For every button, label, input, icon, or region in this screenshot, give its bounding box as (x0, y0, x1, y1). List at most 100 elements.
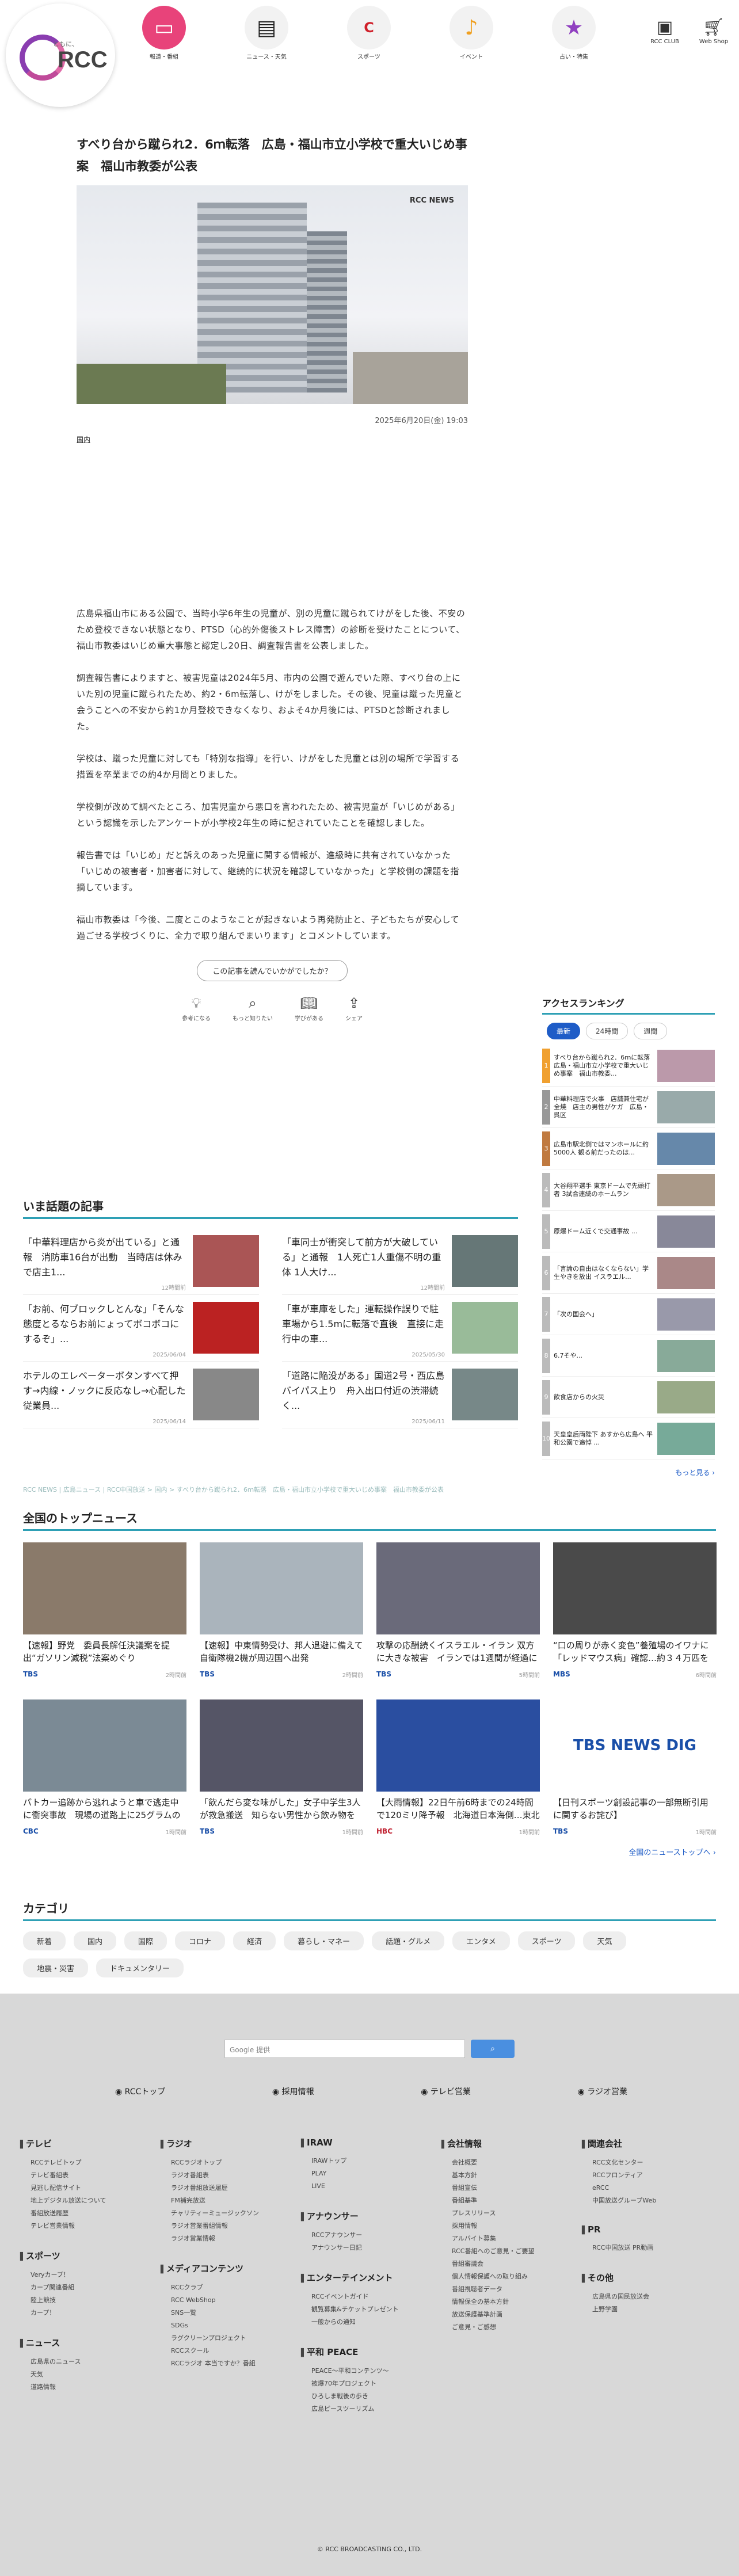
footer-link[interactable]: 観覧募集&チケットプレゼント (301, 2303, 436, 2316)
category-pill[interactable]: 暮らし・マネー (284, 1931, 364, 1950)
footer-nav-item[interactable]: ◉ 採用情報 (272, 2086, 314, 2097)
footer-nav-item[interactable]: ◉ RCCトップ (115, 2086, 165, 2097)
footer-link[interactable]: 見逃し配信サイト (20, 2182, 155, 2194)
footer-link[interactable]: 基本方針 (441, 2169, 576, 2182)
category-pill[interactable]: 話題・グルメ (372, 1931, 445, 1950)
news-card[interactable]: 【大雨情報】22日午前6時までの24時間で120ミリ降予報 北海道日本海側…東北… (376, 1699, 540, 1836)
footer-link[interactable]: 採用情報 (441, 2220, 576, 2232)
ranking-item[interactable]: 6 「言論の自由はなくならない」学生やきを放出 イスラエル... (542, 1252, 715, 1294)
footer-link[interactable]: 上野学園 (582, 2303, 717, 2316)
footer-link[interactable]: ラジオ番組表 (161, 2169, 295, 2182)
footer-link[interactable]: RCCフロンティア (582, 2169, 717, 2182)
nav-news[interactable]: ▤ ニュース・天気 (229, 6, 304, 60)
footer-link[interactable]: 道路情報 (20, 2381, 155, 2394)
ranking-item[interactable]: 3 広島市駅北側ではマンホールに約5000人 観る前だったのは... (542, 1128, 715, 1169)
trending-item[interactable]: 「お前、何ブロックしとんな」「そんな態度とるならお前にょってボコボコにするぞ」.… (23, 1295, 259, 1362)
footer-link[interactable]: RCCイベントガイド (301, 2291, 436, 2303)
category-pill[interactable]: 国際 (124, 1931, 167, 1950)
news-card[interactable]: 攻撃の応酬続くイスラエル・イラン 双方に大きな被害 イランでは1週間が経過に イ… (376, 1542, 540, 1679)
trending-item[interactable]: 「道路に陥没がある」国道2号・西広島バイパス上り 舟入出口付近の渋滞続く... 2… (282, 1362, 518, 1428)
footer-link[interactable]: 番組宣伝 (441, 2182, 576, 2194)
footer-link[interactable]: RCC文化センター (582, 2156, 717, 2169)
top-news-more-link[interactable]: 全国のニューストップへ › (23, 1846, 716, 1857)
ranking-item[interactable]: 9 飲食店からの火災 (542, 1377, 715, 1418)
ranking-item[interactable]: 7 「次の国会へ」 (542, 1294, 715, 1335)
footer-link[interactable]: RCCスクール (161, 2345, 295, 2357)
google-search-input[interactable]: Google 提供 (224, 2040, 465, 2058)
footer-link[interactable]: 放送保護基準計画 (441, 2308, 576, 2321)
footer-link[interactable]: 情報保全の基本方針 (441, 2296, 576, 2308)
footer-link[interactable]: ご意見・ご感想 (441, 2321, 576, 2334)
footer-link[interactable]: IRAWトップ (301, 2155, 436, 2167)
ranking-item[interactable]: 5 原爆ドーム近くで交通事故 ... (542, 1211, 715, 1252)
category-pill[interactable]: エンタメ (452, 1931, 510, 1950)
footer-link[interactable]: 広島県の国民放送会 (582, 2291, 717, 2303)
trending-item[interactable]: 「車が車庫をした」運転操作誤りで駐車場から1.5mに転落で直後 直接に走行中の車… (282, 1295, 518, 1362)
ranking-item[interactable]: 10 天皇皇后両陛下 あすから広島へ 平和公園で追悼 ... (542, 1418, 715, 1460)
search-button[interactable]: ⌕ (471, 2040, 515, 2058)
footer-link[interactable]: テレビ番組表 (20, 2169, 155, 2182)
footer-link[interactable]: ラグクリーンプロジェクト (161, 2332, 295, 2345)
ranking-tab-24h[interactable]: 24時間 (586, 1023, 628, 1039)
news-card[interactable]: 【速報】野党 委員長解任決議案を提出“ガソリン減税”法案めぐり TBS 2時間前 (23, 1542, 186, 1679)
ranking-item[interactable]: 1 すべり台から蹴られ2．6ｍに転落 広島・福山市立小学校で重大いじめ事案 福山市… (542, 1045, 715, 1087)
footer-link[interactable]: カープ関連番組 (20, 2281, 155, 2294)
footer-link[interactable]: アナウンサー日記 (301, 2242, 436, 2254)
ranking-item[interactable]: 2 中華料理店で火事 店舗兼住宅が全焼 店主の男性がケガ 広島・呉区 (542, 1087, 715, 1128)
article-category[interactable]: 国内 (77, 435, 468, 444)
footer-link[interactable]: ラジオ営業番組情報 (161, 2220, 295, 2232)
footer-link[interactable]: eRCC (582, 2182, 717, 2194)
footer-link[interactable]: PEACE〜平和コンテンツ〜 (301, 2365, 436, 2377)
footer-link[interactable]: テレビ営業情報 (20, 2220, 155, 2232)
footer-link[interactable]: 番組視聴者データ (441, 2283, 576, 2296)
footer-link[interactable]: RCCアナウンサー (301, 2229, 436, 2242)
footer-nav-item[interactable]: ◉ テレビ営業 (421, 2086, 471, 2097)
ranking-tab-weekly[interactable]: 週間 (634, 1023, 668, 1039)
footer-link[interactable]: FM補完放送 (161, 2194, 295, 2207)
nav-special[interactable]: ★ 占い・特集 (536, 6, 611, 60)
footer-nav-item[interactable]: ◉ ラジオ営業 (578, 2086, 627, 2097)
footer-link[interactable]: 広島県のニュース (20, 2356, 155, 2368)
footer-link[interactable]: 広島ピースツーリズム (301, 2403, 436, 2415)
footer-link[interactable]: RCCクラブ (161, 2281, 295, 2294)
category-pill[interactable]: コロナ (175, 1931, 226, 1950)
web-shop-link[interactable]: 🛒︎ Web Shop (694, 17, 734, 45)
helpful-button[interactable]: 💡︎ 参考になる (182, 995, 211, 1022)
footer-link[interactable]: RCCラジオトップ (161, 2156, 295, 2169)
footer-link[interactable]: 陸上競技 (20, 2294, 155, 2307)
nav-event[interactable]: ♪ イベント (434, 6, 509, 60)
footer-link[interactable]: RCCテレビトップ (20, 2156, 155, 2169)
footer-link[interactable]: ラジオ営業情報 (161, 2232, 295, 2245)
news-card[interactable]: パトカー追跡から逃れようと車で逃走中に衝突事故 現場の道路上に25グラムの乾燥大… (23, 1699, 186, 1836)
ranking-item[interactable]: 8 6.7そや... (542, 1335, 715, 1377)
trending-item[interactable]: 「車同士が衝突して前方が大破している」と通報 1人死亡1人重傷不明の重体 1人大… (282, 1228, 518, 1295)
nav-program[interactable]: ▭ 報道・番組 (127, 6, 201, 60)
news-card[interactable]: “口の周りが赤く変色”養殖場のイワナに「レッドマウス病」確認…約３４万匹を殺処分… (553, 1542, 717, 1679)
category-pill[interactable]: 新着 (23, 1931, 66, 1950)
know-more-button[interactable]: ⌕ もっと知りたい (233, 995, 273, 1022)
learn-button[interactable]: 📖︎ 学びがある (295, 995, 323, 1022)
footer-link[interactable]: カープ！ (20, 2307, 155, 2319)
footer-link[interactable]: 番組審議会 (441, 2258, 576, 2270)
footer-link[interactable]: PLAY (301, 2167, 436, 2180)
footer-link[interactable]: SDGs (161, 2319, 295, 2332)
footer-link[interactable]: RCC番組へのご意見・ご要望 (441, 2245, 576, 2258)
footer-link[interactable]: プレスリリース (441, 2207, 576, 2220)
rcc-club-link[interactable]: ▣ RCC CLUB (645, 17, 685, 45)
footer-link[interactable]: ひろしま戦後の歩き (301, 2390, 436, 2403)
footer-link[interactable]: SNS一覧 (161, 2307, 295, 2319)
news-card[interactable]: 「飲んだら変な味がした」女子中学生3人が救急搬送 知らない男性から飲み物を渡され… (200, 1699, 363, 1836)
footer-link[interactable]: 個人情報保護への取り組み (441, 2270, 576, 2283)
footer-link[interactable]: RCC WebShop (161, 2294, 295, 2307)
news-card[interactable]: TBS NEWS DIG 【日刊スポーツ創設記事の一部無断引用に関するお詫び】 TB… (553, 1699, 717, 1836)
trending-item[interactable]: ホテルのエレベーターボタンすべて押す→内線・ノックに反応なし→心配した従業員..… (23, 1362, 259, 1428)
category-pill[interactable]: ドキュメンタリー (96, 1958, 184, 1977)
footer-link[interactable]: 番組放送履歴 (20, 2207, 155, 2220)
category-pill[interactable]: 地震・災害 (23, 1958, 89, 1977)
footer-link[interactable]: ラジオ番組放送履歴 (161, 2182, 295, 2194)
footer-link[interactable]: アルバイト募集 (441, 2232, 576, 2245)
footer-link[interactable]: 番組基準 (441, 2194, 576, 2207)
trending-item[interactable]: 「中華料理店から炎が出ている」と通報 消防車16台が出動 当時店は休みで店主1.… (23, 1228, 259, 1295)
ranking-item[interactable]: 4 大谷翔平選手 東京ドームで先頭打者 3試合連続のホームラン (542, 1169, 715, 1211)
ranking-tab-latest[interactable]: 最新 (547, 1023, 581, 1039)
